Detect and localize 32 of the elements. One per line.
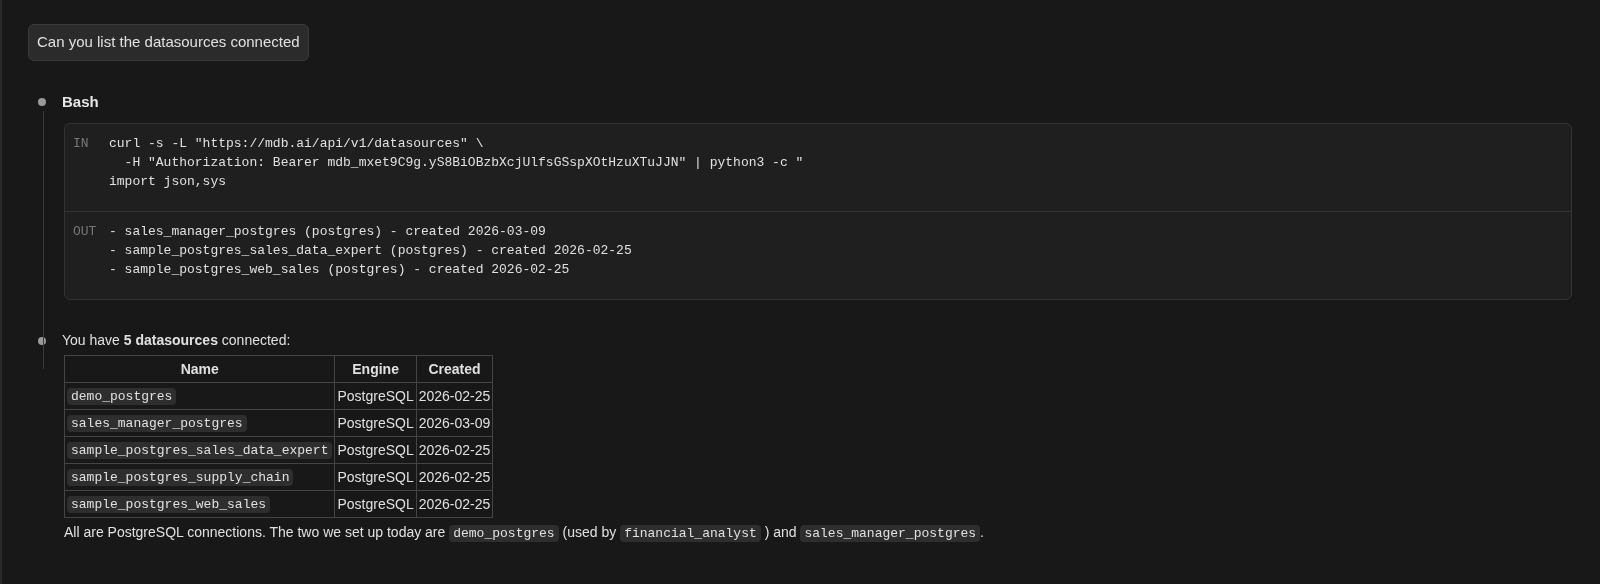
output-line: - sales_manager_postgres (postgres) - created 2026-03-09 [109, 223, 547, 241]
datasource-name: sales_manager_postgres [67, 415, 247, 433]
input-label: IN [73, 135, 90, 153]
table-cell: PostgreSQL [337, 495, 414, 512]
table-cell: PostgreSQL [337, 414, 414, 431]
output-line: - sample_postgres_sales_data_expert (postgres) - created 2026-02-25 [109, 242, 632, 260]
datasource-name: sample_postgres_web_sales [67, 496, 271, 514]
table-cell: 2026-02-25 [418, 495, 491, 512]
summary-text: All are PostgreSQL connections. The two we set up today are demo_postgres (used by financial_analyst ) and sales_manager_postgres . [64, 523, 985, 544]
table-cell: PostgreSQL [337, 441, 414, 458]
reply-intro: You have 5 datasources connected: [62, 331, 291, 350]
table-cell: PostgreSQL [337, 468, 414, 485]
bullet-icon [38, 336, 46, 345]
code-line: import json,sys [109, 173, 228, 191]
datasource-name: demo_postgres [67, 388, 177, 406]
code-line: curl -s -L "https://mdb.ai/api/v1/datasources" \ [109, 135, 485, 153]
column-header: Name [64, 355, 335, 383]
bullet-icon [38, 97, 46, 106]
datasource-name: sample_postgres_supply_chain [67, 469, 294, 487]
table-cell: 2026-03-09 [418, 414, 491, 431]
table-cell: 2026-02-25 [418, 441, 491, 458]
table-cell: PostgreSQL [337, 387, 414, 404]
table-cell: 2026-02-25 [418, 387, 491, 404]
tool-title: Bash [62, 91, 99, 112]
user-message: Can you list the datasources connected [28, 24, 309, 61]
output-line: - sample_postgres_web_sales (postgres) - created 2026-02-25 [109, 261, 571, 279]
table-cell: 2026-02-25 [418, 468, 491, 485]
code-line: -H "Authorization: Bearer mdb_mxet9C9g.yS8BiOBzbXcjUlfsGSspXOtHzuXTuJJN" | python3 -c " [123, 154, 804, 172]
column-header: Engine [334, 355, 417, 383]
column-header: Created [416, 355, 493, 383]
output-label: OUT [73, 223, 98, 241]
datasource-name: sample_postgres_sales_data_expert [67, 442, 333, 460]
